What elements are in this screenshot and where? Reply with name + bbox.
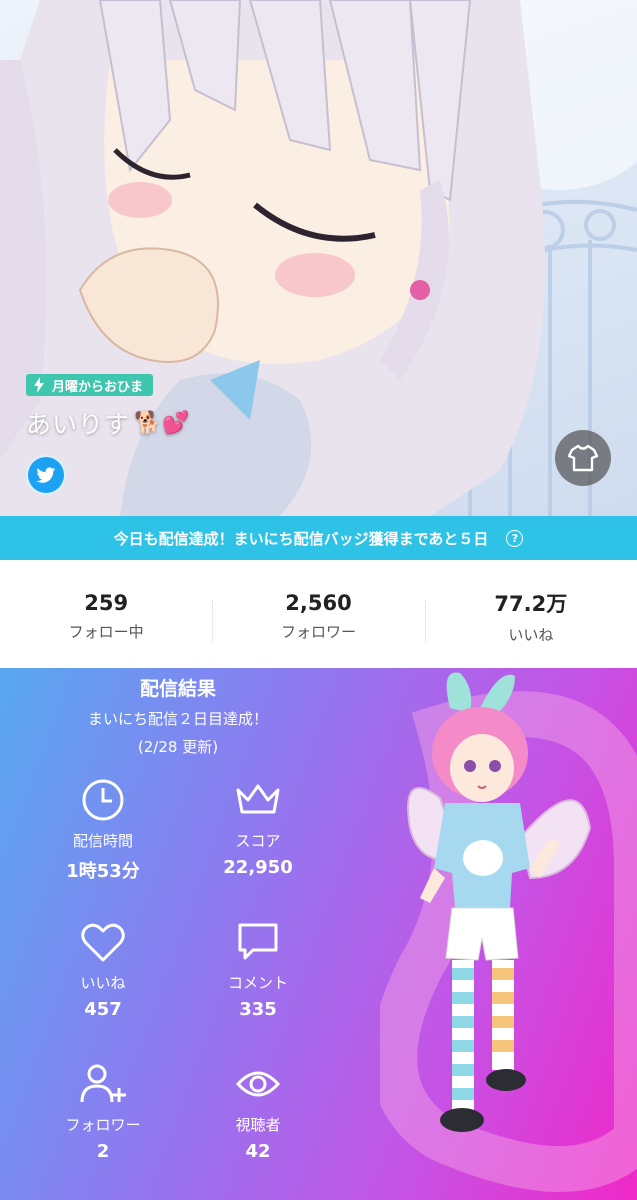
metric-followers-value: 2 xyxy=(96,1141,110,1162)
metric-stream-time-value: 1時53分 xyxy=(66,861,140,882)
metric-viewers: 視聴者 42 xyxy=(178,1062,338,1162)
metric-score-value: 22,950 xyxy=(223,857,293,878)
status-tag-label: 月曜からおひま xyxy=(52,379,144,395)
stat-likes-value: 77.2万 xyxy=(494,591,568,616)
eye-icon xyxy=(235,1071,281,1097)
metric-followers: フォロワー 2 xyxy=(23,1062,183,1162)
metric-comments: コメント 335 xyxy=(178,920,338,1020)
daily-streak-banner[interactable]: 今日も配信達成！まいにち配信バッジ獲得まであと５日 ? xyxy=(0,516,637,560)
twitter-icon xyxy=(36,467,56,483)
crown-icon xyxy=(236,784,280,814)
metric-stream-time-label: 配信時間 xyxy=(72,832,133,850)
lightning-icon xyxy=(34,377,44,393)
metric-score: スコア 22,950 xyxy=(178,778,338,878)
stream-result-card: 配信結果 まいにち配信２日目達成！ (2/28 更新) 配信時間 1時53分 ス… xyxy=(0,668,637,1200)
metric-followers-label: フォロワー xyxy=(65,1116,141,1134)
stat-likes[interactable]: 77.2万 いいね xyxy=(424,560,637,668)
metric-likes-value: 457 xyxy=(84,999,122,1020)
metric-likes-label: いいね xyxy=(80,974,126,992)
metric-viewers-value: 42 xyxy=(245,1141,271,1162)
metric-stream-time: 配信時間 1時53分 xyxy=(23,778,183,883)
stat-following-label: フォロー中 xyxy=(68,622,144,641)
twitter-button[interactable] xyxy=(26,455,66,495)
stat-followers-value: 2,560 xyxy=(285,590,352,615)
add-user-icon xyxy=(80,1064,126,1103)
metric-comments-label: コメント xyxy=(227,974,288,992)
stat-following-value: 259 xyxy=(84,590,129,615)
result-updated: (2/28 更新) xyxy=(137,738,219,756)
comment-icon xyxy=(238,923,278,960)
outfit-button[interactable] xyxy=(555,430,611,486)
stat-followers-label: フォロワー xyxy=(280,622,356,641)
tshirt-icon xyxy=(568,444,598,472)
metric-likes: いいね 457 xyxy=(23,920,183,1020)
display-name-text: あいりす xyxy=(26,410,131,439)
metric-viewers-label: 視聴者 xyxy=(235,1116,281,1134)
clock-icon xyxy=(82,779,124,821)
status-tag: 月曜からおひま xyxy=(26,374,154,396)
metric-score-label: スコア xyxy=(235,832,281,850)
stat-followers[interactable]: 2,560 フォロワー xyxy=(212,560,424,668)
banner-text: 今日も配信達成！まいにち配信バッジ獲得まであと５日 xyxy=(113,529,489,548)
heart-icon xyxy=(81,923,125,962)
display-name-emoji: 🐕💕 xyxy=(134,410,191,436)
profile-header-image: 月曜からおひま あいりす 🐕💕 xyxy=(0,0,637,516)
help-icon[interactable]: ? xyxy=(506,529,524,547)
result-title: 配信結果 xyxy=(139,678,216,700)
metric-comments-value: 335 xyxy=(239,999,277,1020)
stat-following[interactable]: 259 フォロー中 xyxy=(0,560,212,668)
avatar-image xyxy=(407,672,592,1132)
display-name: あいりす 🐕💕 xyxy=(26,405,191,441)
stat-likes-label: いいね xyxy=(508,625,554,644)
profile-stats: 259 フォロー中 2,560 フォロワー 77.2万 いいね xyxy=(0,560,637,668)
result-subtitle: まいにち配信２日目達成！ xyxy=(87,710,268,728)
